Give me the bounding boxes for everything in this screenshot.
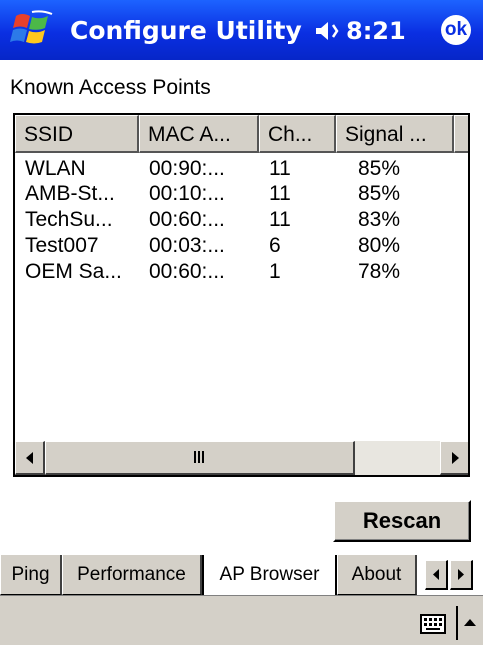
tab-scroll-right-button[interactable] bbox=[450, 560, 473, 590]
table-cell[interactable]: 85% bbox=[358, 157, 400, 181]
table-cell[interactable]: TechSu... bbox=[25, 208, 113, 232]
tab-scroll-left-button[interactable] bbox=[425, 560, 448, 590]
grip-icon bbox=[194, 451, 204, 463]
table-cell[interactable]: 78% bbox=[358, 260, 400, 284]
table-cell[interactable]: WLAN bbox=[25, 157, 86, 181]
column-header-channel[interactable]: Ch... bbox=[259, 115, 336, 153]
tab-ping[interactable]: Ping bbox=[0, 555, 62, 595]
column-header-mac[interactable]: MAC A... bbox=[139, 115, 259, 153]
keyboard-icon[interactable] bbox=[420, 614, 446, 634]
table-cell[interactable]: 00:10:... bbox=[149, 182, 225, 206]
table-cell[interactable]: 1 bbox=[269, 260, 281, 284]
table-cell[interactable]: 00:60:... bbox=[149, 260, 225, 284]
table-cell[interactable]: OEM Sa... bbox=[25, 260, 122, 284]
table-cell[interactable]: 00:60:... bbox=[149, 208, 225, 232]
column-header-ssid[interactable]: SSID bbox=[15, 115, 139, 153]
column-header-extra bbox=[454, 115, 468, 153]
scroll-right-icon bbox=[452, 452, 459, 464]
table-cell[interactable]: 83% bbox=[358, 208, 400, 232]
scroll-left-button[interactable] bbox=[15, 441, 45, 475]
table-cell[interactable]: 11 bbox=[269, 208, 291, 232]
tab-right-icon bbox=[458, 569, 464, 580]
sip-up-arrow-icon[interactable] bbox=[462, 616, 478, 628]
horizontal-scrollbar[interactable] bbox=[15, 441, 468, 475]
access-points-list[interactable]: SSID MAC A... Ch... Signal ... WLAN 00:9… bbox=[13, 113, 470, 477]
table-cell[interactable]: 85% bbox=[358, 182, 400, 206]
speaker-icon[interactable] bbox=[314, 20, 340, 42]
table-cell[interactable]: 00:90:... bbox=[149, 157, 225, 181]
table-cell[interactable]: 80% bbox=[358, 234, 400, 258]
tab-about[interactable]: About bbox=[337, 555, 417, 595]
scroll-thumb[interactable] bbox=[45, 441, 355, 475]
column-header-row: SSID MAC A... Ch... Signal ... bbox=[15, 115, 468, 153]
clock[interactable]: 8:21 bbox=[346, 0, 406, 60]
table-cell[interactable]: 6 bbox=[269, 234, 281, 258]
menu-bar bbox=[0, 595, 483, 645]
window-title: Configure Utility bbox=[70, 16, 302, 45]
tab-left-icon bbox=[433, 569, 439, 580]
tab-bar: Ping Performance AP Browser About bbox=[0, 555, 483, 595]
windows-start-icon[interactable] bbox=[10, 8, 56, 52]
scroll-left-icon bbox=[26, 452, 33, 464]
scroll-right-button[interactable] bbox=[440, 441, 468, 475]
rescan-button[interactable]: Rescan bbox=[333, 500, 471, 542]
table-cell[interactable]: 11 bbox=[269, 182, 291, 206]
title-bar: Configure Utility 8:21 ok bbox=[0, 0, 483, 60]
table-cell[interactable]: Test007 bbox=[25, 234, 99, 258]
tab-ap-browser[interactable]: AP Browser bbox=[202, 555, 337, 595]
divider bbox=[456, 606, 458, 640]
ok-button[interactable]: ok bbox=[441, 15, 471, 45]
table-cell[interactable]: 11 bbox=[269, 157, 291, 181]
column-header-signal[interactable]: Signal ... bbox=[336, 115, 454, 153]
section-title: Known Access Points bbox=[10, 76, 211, 99]
table-cell[interactable]: AMB-St... bbox=[25, 182, 115, 206]
table-cell[interactable]: 00:03:... bbox=[149, 234, 225, 258]
tab-performance[interactable]: Performance bbox=[62, 555, 202, 595]
